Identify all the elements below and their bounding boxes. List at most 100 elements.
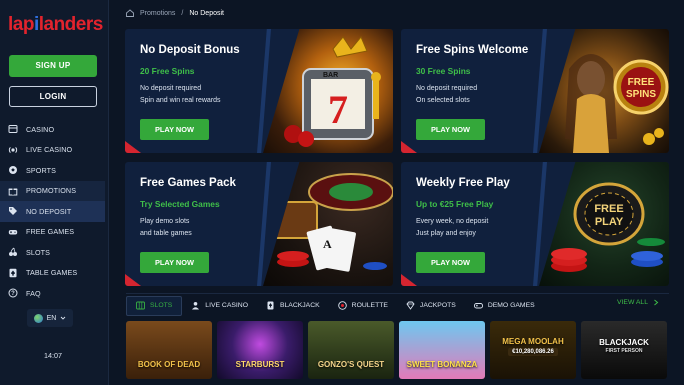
slots-icon (136, 301, 145, 310)
cherry-icon (8, 247, 18, 257)
play-now-button[interactable]: PLAY NOW (140, 119, 209, 140)
play-now-button[interactable]: PLAY NOW (416, 252, 485, 273)
svg-text:BAR: BAR (323, 72, 338, 79)
tab-roulette[interactable]: ROULETTE (329, 296, 397, 316)
sidebar-item-free-games[interactable]: FREE GAMES (0, 222, 105, 243)
tab-label: JACKPOTS (419, 302, 456, 309)
sidebar-item-label: TABLE GAMES (26, 268, 78, 278)
language-selector[interactable]: EN (27, 309, 73, 327)
promo-title: Free Spins Welcome (416, 44, 529, 56)
sidebar-item-no-deposit[interactable]: NO DEPOSIT (0, 201, 105, 222)
play-now-button[interactable]: PLAY NOW (140, 252, 209, 273)
tab-label: DEMO GAMES (487, 302, 535, 309)
promo-subtitle: 20 Free Spins (140, 66, 195, 76)
game-subtitle: FIRST PERSON (605, 348, 643, 354)
tab-live-casino[interactable]: LIVE CASINO (182, 296, 257, 316)
casino-chips-art: FREE PLAY (539, 162, 669, 286)
game-title: SWEET BONANZA (406, 360, 478, 369)
promo-subtitle: Up to €25 Free Play (416, 199, 494, 209)
login-button[interactable]: LOGIN (9, 86, 97, 107)
logo-text-part3: landers (38, 14, 104, 35)
soccer-ball-icon (8, 165, 18, 175)
promo-card-no-deposit-bonus[interactable]: 7 BAR No Deposit Bonus 20 Free Spins No … (125, 29, 393, 153)
view-all-label: VIEW ALL (617, 299, 648, 306)
view-all-link[interactable]: VIEW ALL (617, 299, 659, 306)
site-logo[interactable]: lapilanders (8, 14, 103, 36)
game-tile-mega-moolah[interactable]: MEGA MOOLAH €10,280,086.26 (490, 321, 576, 379)
golden-goddess-art: FREE SPINS (539, 29, 669, 153)
svg-text:A: A (323, 237, 332, 251)
promo-description-line2: Just play and enjoy (416, 230, 476, 237)
gamepad-icon (8, 227, 18, 237)
tab-label: SLOTS (150, 302, 173, 309)
category-tabs: SLOTS LIVE CASINO BLACKJACK ROULETTE JAC… (126, 293, 669, 317)
sidebar-item-label: FAQ (26, 288, 41, 298)
promo-description-line1: Every week, no deposit (416, 218, 489, 225)
home-icon[interactable] (126, 9, 134, 17)
tab-jackpots[interactable]: JACKPOTS (397, 296, 465, 316)
promo-title: Weekly Free Play (416, 177, 510, 189)
sidebar-item-faq[interactable]: ? FAQ (0, 283, 105, 304)
sidebar-item-label: LIVE CASINO (26, 145, 73, 155)
svg-text:?: ? (11, 291, 15, 297)
tab-slots[interactable]: SLOTS (126, 295, 183, 316)
promo-subtitle: 30 Free Spins (416, 66, 471, 76)
promo-description-line1: No deposit required (416, 85, 478, 92)
corner-accent (401, 274, 417, 286)
promo-title: No Deposit Bonus (140, 44, 240, 56)
tab-label: ROULETTE (351, 302, 388, 309)
sidebar-item-label: SPORTS (26, 165, 57, 175)
gamepad-icon (473, 303, 483, 309)
play-now-button[interactable]: PLAY NOW (416, 119, 485, 140)
promo-description-line1: Play demo slots (140, 218, 190, 225)
sidebar: lapilanders SIGN UP LOGIN CASINO LIVE CA… (0, 0, 109, 385)
sidebar-item-live-casino[interactable]: LIVE CASINO (0, 140, 105, 161)
game-tile-starburst[interactable]: STARBURST (217, 321, 303, 379)
promo-description-line2: and table games (140, 230, 192, 237)
live-person-icon (192, 302, 200, 310)
game-tile-sweet-bonanza[interactable]: SWEET BONANZA (399, 321, 485, 379)
sidebar-item-slots[interactable]: SLOTS (0, 242, 105, 263)
tab-label: BLACKJACK (279, 302, 320, 309)
tab-blackjack[interactable]: BLACKJACK (257, 296, 329, 316)
game-tile-gonzos-quest[interactable]: GONZO'S QUEST (308, 321, 394, 379)
promo-card-free-spins-welcome[interactable]: FREE SPINS Free Spins Welcome 30 Free Sp… (401, 29, 669, 153)
sidebar-item-promotions[interactable]: PROMOTIONS (0, 180, 105, 201)
breadcrumb-parent[interactable]: Promotions (140, 10, 175, 17)
sidebar-item-sports[interactable]: SPORTS (0, 160, 105, 181)
chevron-right-icon (654, 299, 659, 306)
roulette-chest-art: A (263, 162, 393, 286)
game-title: BOOK OF DEAD (137, 360, 201, 369)
breadcrumb-current: No Deposit (189, 9, 224, 17)
promo-card-free-games-pack[interactable]: A Free Games Pack Try Selected Games Pla… (125, 162, 393, 286)
globe-icon (33, 313, 43, 323)
signup-button[interactable]: SIGN UP (9, 55, 97, 77)
slot-machine-art: 7 BAR (263, 29, 393, 153)
clock: 14:07 (44, 351, 62, 360)
game-tile-book-of-dead[interactable]: BOOK OF DEAD (126, 321, 212, 379)
cards-icon (8, 124, 18, 134)
tag-icon (8, 206, 18, 216)
game-title: MEGA MOOLAH (502, 336, 564, 346)
tab-label: LIVE CASINO (205, 302, 248, 309)
promo-card-weekly-free-play[interactable]: FREE PLAY Weekly Free Play Up to €25 Fre… (401, 162, 669, 286)
svg-text:FREE: FREE (628, 77, 655, 88)
game-title: GONZO'S QUEST (317, 360, 385, 369)
spade-card-icon (8, 268, 18, 278)
svg-text:7: 7 (328, 87, 348, 132)
sidebar-item-table-games[interactable]: TABLE GAMES (0, 263, 105, 284)
game-tile-blackjack-first-person[interactable]: BLACKJACK FIRST PERSON (581, 321, 667, 379)
jackpot-amount: €10,280,086.26 (508, 347, 558, 356)
logo-text-part1: lap (8, 14, 34, 35)
corner-accent (125, 274, 141, 286)
promo-description-line2: Spin and win real rewards (140, 97, 221, 104)
blackjack-icon (267, 301, 274, 310)
sidebar-item-casino[interactable]: CASINO (0, 119, 105, 140)
promo-title: Free Games Pack (140, 177, 236, 189)
sidebar-item-label: CASINO (26, 124, 55, 134)
tab-demo-games[interactable]: DEMO GAMES (465, 296, 544, 316)
sidebar-nav: CASINO LIVE CASINO SPORTS PROMOTIONS NO … (0, 119, 105, 304)
game-title: STARBURST (235, 360, 285, 369)
sidebar-item-label: PROMOTIONS (26, 186, 77, 196)
promo-description-line2: On selected slots (416, 97, 470, 104)
